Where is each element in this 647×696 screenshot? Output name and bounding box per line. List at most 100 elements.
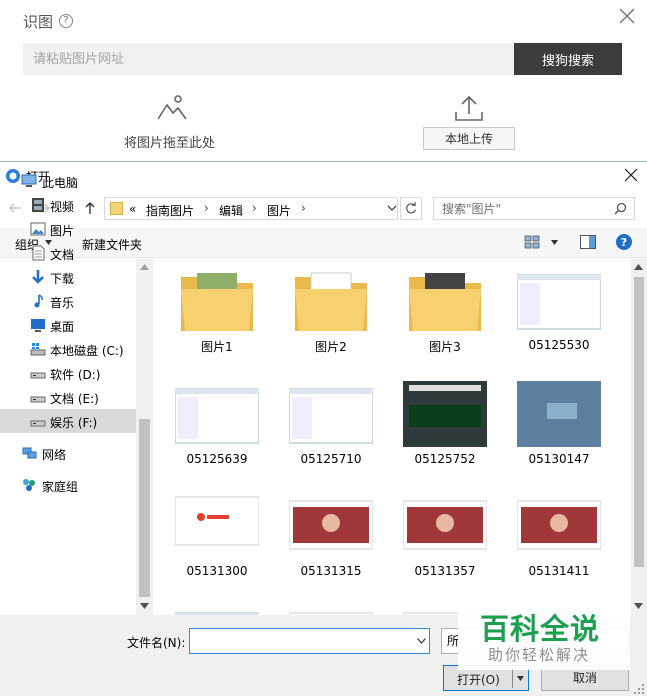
image-file-item[interactable]: 05125530	[507, 263, 611, 363]
chevron-right-icon[interactable]: ›	[301, 201, 306, 215]
image-file-item[interactable]: 05131357	[393, 489, 497, 589]
scrollbar-thumb[interactable]	[634, 277, 644, 567]
sidebar-item-label: 软件 (D:)	[50, 368, 101, 382]
image-thumbnail	[175, 496, 259, 546]
sidebar-item-label: 音乐	[50, 296, 75, 310]
image-file-item[interactable]	[165, 601, 269, 615]
breadcrumb-item[interactable]: 编辑	[219, 202, 243, 219]
folder-icon	[409, 273, 481, 331]
scrollbar-thumb[interactable]	[139, 419, 150, 597]
scroll-down-icon[interactable]	[140, 603, 149, 609]
file-name: 05131315	[300, 564, 362, 578]
image-file-item[interactable]: 05130147	[507, 377, 611, 477]
sidebar-item-label: 图片	[50, 224, 75, 238]
sidebar-item[interactable]: 文档	[0, 241, 136, 265]
image-file-item[interactable]: 05125639	[165, 377, 269, 477]
breadcrumb-item[interactable]: 图片	[267, 202, 291, 219]
file-name: 图片3	[429, 340, 461, 354]
folder-item[interactable]: 图片3	[393, 263, 497, 363]
file-name: 05131411	[528, 564, 590, 578]
sidebar-item[interactable]: 下载	[0, 265, 136, 289]
address-bar[interactable]: « 指南图片 › 编辑 › 图片 ›	[104, 197, 398, 220]
image-file-item[interactable]: 05131411	[507, 489, 611, 589]
folder-search-input[interactable]	[433, 197, 635, 220]
refresh-button[interactable]	[400, 197, 422, 220]
windows-drive-icon	[30, 343, 46, 356]
sidebar-item[interactable]: 家庭组	[0, 473, 136, 497]
file-name: 05125710	[300, 452, 362, 466]
image-thumbnail	[289, 500, 373, 550]
sidebar-item[interactable]: 软件 (D:)	[0, 361, 136, 385]
image-thumbnail	[289, 388, 373, 444]
sidebar-item[interactable]: 桌面	[0, 313, 136, 337]
image-thumbnail	[289, 612, 373, 615]
file-name: 05131300	[186, 564, 248, 578]
folder-icon	[295, 272, 367, 331]
chevron-right-icon[interactable]: ›	[252, 201, 257, 215]
local-upload-button[interactable]: 本地上传	[423, 127, 515, 150]
help-icon[interactable]: ?	[59, 14, 73, 28]
chevron-down-icon[interactable]	[387, 203, 397, 213]
scroll-up-icon[interactable]	[634, 264, 643, 270]
sidebar-item[interactable]: 音乐	[0, 289, 136, 313]
resize-grip-icon[interactable]	[633, 683, 645, 695]
sogou-search-button[interactable]: 搜狗搜索	[514, 43, 622, 75]
file-list-scrollbar[interactable]	[631, 259, 647, 615]
image-thumbnail	[175, 612, 259, 615]
image-thumbnail	[517, 381, 601, 447]
sidebar-item-label: 娱乐 (F:)	[50, 416, 98, 430]
sidebar-item-label: 家庭组	[42, 480, 79, 494]
image-thumbnail	[403, 381, 487, 447]
breadcrumb-item[interactable]: 指南图片	[146, 202, 194, 219]
documents-icon	[32, 245, 45, 261]
sidebar-item[interactable]: 本地磁盘 (C:)	[0, 337, 136, 361]
folder-item[interactable]: 图片1	[165, 263, 269, 363]
desktop-icon	[31, 319, 45, 332]
filename-input[interactable]	[189, 628, 430, 654]
filename-label: 文件名(N):	[127, 636, 186, 650]
folder-item[interactable]: 图片2	[279, 263, 383, 363]
file-name: 05125530	[528, 338, 590, 352]
sidebar-item-label: 文档	[50, 248, 75, 262]
watermark: 百科全说 助你轻松解决	[458, 592, 630, 670]
image-file-item[interactable]: 05125710	[279, 377, 383, 477]
sidebar-item-label: 下载	[50, 272, 75, 286]
image-search-panel: 识图 ? 搜狗搜索 将图片拖至此处 本地上传	[0, 0, 647, 161]
sidebar-item[interactable]: 文档 (E:)	[0, 385, 136, 409]
sidebar-item[interactable]: 视频	[0, 193, 136, 217]
chevron-right-icon[interactable]: ›	[204, 201, 209, 215]
sidebar-item[interactable]: 此电脑	[0, 169, 136, 193]
chevron-down-icon[interactable]	[417, 638, 426, 644]
file-name: 05125752	[414, 452, 476, 466]
sidebar-item-label: 本地磁盘 (C:)	[50, 344, 124, 358]
sidebar-item[interactable]: 网络	[0, 441, 136, 465]
close-icon[interactable]	[624, 168, 638, 182]
scroll-up-icon[interactable]	[140, 264, 149, 270]
file-name: 图片2	[315, 340, 347, 354]
file-name: 图片1	[201, 340, 233, 354]
scroll-down-icon[interactable]	[634, 603, 643, 609]
sidebar-item[interactable]: 娱乐 (F:)	[0, 409, 136, 433]
sidebar-item[interactable]: 图片	[0, 217, 136, 241]
image-url-input[interactable]	[23, 43, 514, 75]
drive-icon	[30, 372, 46, 379]
folder-icon	[181, 273, 253, 331]
image-file-item[interactable]: 05131300	[165, 489, 269, 589]
caret-down-icon[interactable]	[517, 676, 524, 681]
image-file-item[interactable]	[279, 601, 383, 615]
image-file-item[interactable]: 05131315	[279, 489, 383, 589]
image-file-item[interactable]: 05125752	[393, 377, 497, 477]
preview-pane-icon[interactable]	[580, 235, 596, 249]
close-icon[interactable]	[618, 7, 636, 25]
sidebar-item-label: 桌面	[50, 320, 75, 334]
caret-down-icon[interactable]	[551, 240, 558, 245]
drive-icon	[30, 420, 46, 427]
video-icon	[32, 198, 44, 212]
network-icon	[22, 447, 37, 459]
image-thumbnail	[517, 274, 601, 330]
help-icon[interactable]: ?	[616, 234, 632, 250]
view-options-icon[interactable]	[524, 235, 540, 249]
sidebar-scrollbar[interactable]	[136, 259, 153, 615]
homegroup-icon	[23, 479, 35, 491]
sidebar-item-label: 文档 (E:)	[50, 392, 99, 406]
